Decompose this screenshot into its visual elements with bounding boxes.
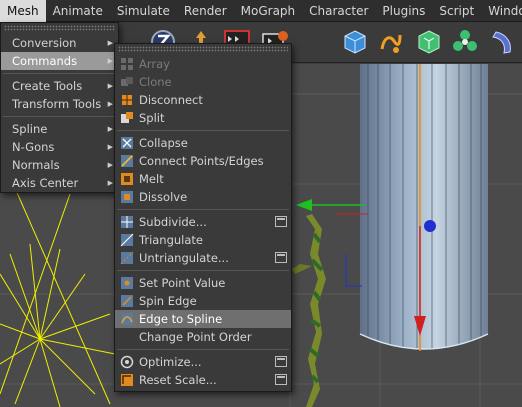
menu-simulate[interactable]: Simulate <box>110 0 177 22</box>
chevron-right-icon: ▶ <box>107 125 113 133</box>
deformer-icon[interactable] <box>488 27 518 57</box>
untriangulate-icon <box>120 251 134 265</box>
mesh-menu-axis-center[interactable]: Axis Center ▶ <box>1 174 118 192</box>
menu-animate[interactable]: Animate <box>46 0 110 22</box>
triangulate-icon <box>120 233 134 247</box>
mesh-menu-create-tools[interactable]: Create Tools ▶ <box>1 77 118 95</box>
cmd-melt[interactable]: Melt <box>115 170 291 188</box>
cmd-triangulate[interactable]: Triangulate <box>115 231 291 249</box>
cmd-clone: Clone <box>115 73 291 91</box>
reset-scale-icon <box>121 374 133 386</box>
cloner-icon[interactable] <box>450 27 480 57</box>
menu-mograph[interactable]: MoGraph <box>234 0 303 22</box>
menu-separator <box>117 209 289 210</box>
commands-submenu: Array Clone Disconnect Split Collapse Co… <box>114 43 292 392</box>
spline-icon[interactable] <box>376 27 406 57</box>
menu-grip[interactable] <box>4 25 115 31</box>
menu-character[interactable]: Character <box>302 0 375 22</box>
cmd-disconnect[interactable]: Disconnect <box>115 91 291 109</box>
split-icon <box>121 112 133 123</box>
cmd-split[interactable]: Split <box>115 109 291 127</box>
menu-grip[interactable] <box>118 46 288 52</box>
mesh-menu-normals[interactable]: Normals ▶ <box>1 156 118 174</box>
cmd-connect-points-edges[interactable]: Connect Points/Edges <box>115 152 291 170</box>
menu-separator <box>117 270 289 271</box>
clone-icon <box>121 77 133 86</box>
menu-window[interactable]: Window <box>481 0 522 22</box>
mesh-menu-transform-tools[interactable]: Transform Tools ▶ <box>1 95 118 113</box>
menu-script[interactable]: Script <box>432 0 481 22</box>
chevron-right-icon: ▶ <box>107 57 113 65</box>
cmd-array: Array <box>115 55 291 73</box>
menu-bar: Mesh Animate Simulate Render MoGraph Cha… <box>0 0 522 22</box>
options-dialog-icon[interactable] <box>275 356 287 367</box>
chevron-right-icon: ▶ <box>107 39 113 47</box>
mesh-menu-spline[interactable]: Spline ▶ <box>1 120 118 138</box>
dissolve-icon <box>121 191 133 203</box>
cmd-set-point-value[interactable]: Set Point Value <box>115 274 291 292</box>
menu-render[interactable]: Render <box>177 0 234 22</box>
set-point-value-icon <box>121 277 133 289</box>
subdivide-icon <box>121 216 133 228</box>
chevron-right-icon: ▶ <box>107 143 113 151</box>
cylinder-object <box>359 64 489 351</box>
cube-primitive-icon[interactable] <box>340 27 370 57</box>
chevron-right-icon: ▶ <box>107 82 113 90</box>
connect-icon <box>121 155 133 167</box>
menu-separator <box>3 116 116 117</box>
spin-edge-icon <box>121 295 133 307</box>
cmd-optimize[interactable]: Optimize... <box>115 353 291 371</box>
cmd-reset-scale[interactable]: Reset Scale... <box>115 371 291 389</box>
cmd-subdivide[interactable]: Subdivide... <box>115 213 291 231</box>
ribbon-object <box>292 214 326 407</box>
menu-mesh[interactable]: Mesh <box>0 0 46 22</box>
chevron-right-icon: ▶ <box>107 161 113 169</box>
menu-plugins[interactable]: Plugins <box>375 0 432 22</box>
subdivision-surface-icon[interactable] <box>414 27 444 57</box>
menu-separator <box>117 349 289 350</box>
edge-to-spline-icon <box>121 313 133 325</box>
menu-separator <box>3 73 116 74</box>
optimize-icon <box>120 355 134 369</box>
menu-separator <box>117 130 289 131</box>
collapse-icon <box>121 137 133 149</box>
cmd-dissolve[interactable]: Dissolve <box>115 188 291 206</box>
array-icon <box>121 58 133 70</box>
options-dialog-icon[interactable] <box>275 374 287 385</box>
cmd-spin-edge[interactable]: Spin Edge <box>115 292 291 310</box>
mesh-menu-commands[interactable]: Commands ▶ <box>1 52 118 70</box>
cmd-change-point-order[interactable]: Change Point Order <box>115 328 291 346</box>
melt-icon <box>121 173 133 185</box>
mesh-menu-n-gons[interactable]: N-Gons ▶ <box>1 138 118 156</box>
cmd-edge-to-spline[interactable]: Edge to Spline <box>115 310 291 328</box>
chevron-right-icon: ▶ <box>107 100 113 108</box>
cmd-collapse[interactable]: Collapse <box>115 134 291 152</box>
options-dialog-icon[interactable] <box>275 216 287 227</box>
mesh-menu-conversion[interactable]: Conversion ▶ <box>1 34 118 52</box>
mesh-menu: Conversion ▶ Commands ▶ Create Tools ▶ Tran… <box>0 22 119 193</box>
chevron-right-icon: ▶ <box>107 179 113 187</box>
disconnect-icon <box>122 95 132 105</box>
options-dialog-icon[interactable] <box>275 252 287 263</box>
cmd-untriangulate[interactable]: Untriangulate... <box>115 249 291 267</box>
object-axis <box>296 199 368 287</box>
